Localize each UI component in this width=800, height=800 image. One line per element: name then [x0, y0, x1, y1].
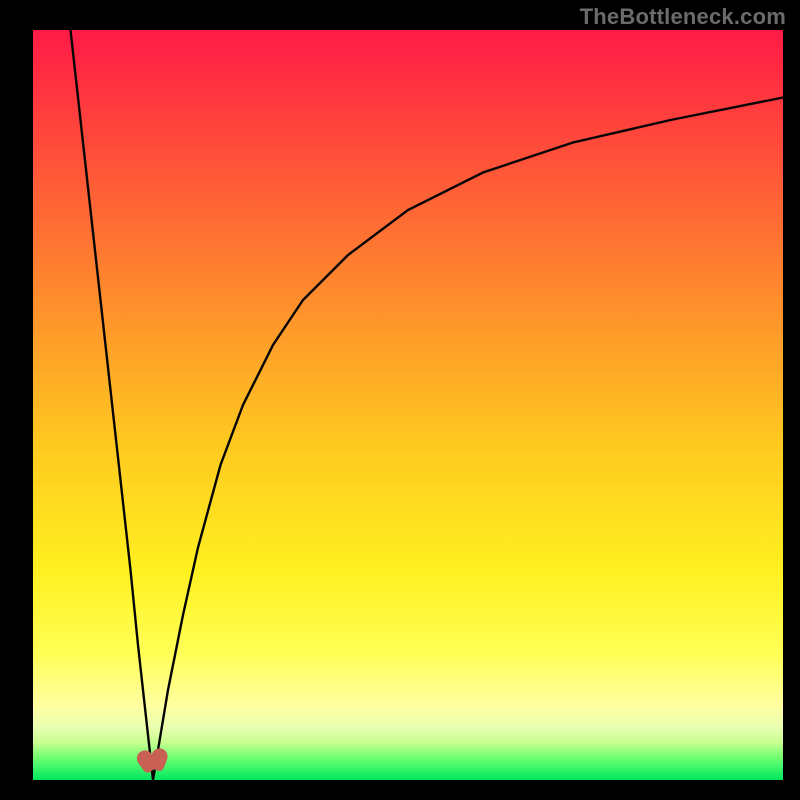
curve-path	[71, 30, 784, 780]
watermark-text: TheBottleneck.com	[580, 4, 786, 30]
heart-marker	[137, 747, 169, 779]
bottleneck-curve	[33, 30, 783, 780]
plot-area	[33, 30, 783, 780]
